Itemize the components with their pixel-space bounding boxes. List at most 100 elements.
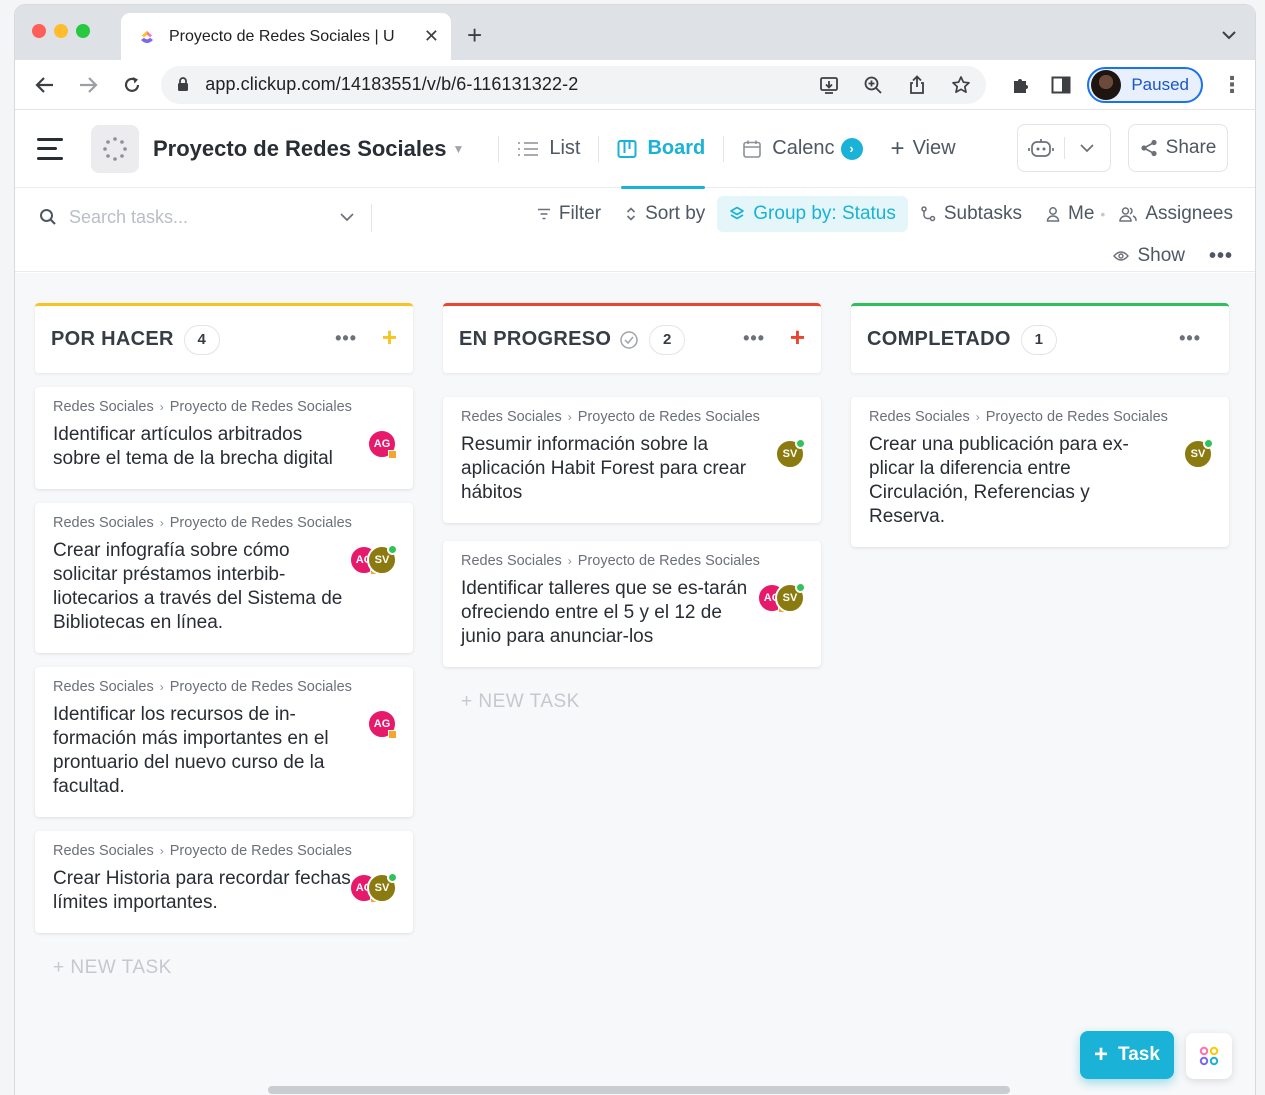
task-assignees[interactable]: AG SV (349, 872, 398, 903)
breadcrumb-list[interactable]: Proyecto de Redes Sociales (578, 553, 760, 569)
title-caret-icon[interactable]: ▼ (452, 142, 464, 156)
avatar[interactable]: SV (775, 438, 806, 469)
sidebar-toggle-icon[interactable] (37, 137, 65, 160)
add-task-plus-icon[interactable]: + (382, 324, 397, 350)
task-title[interactable]: Crear una publicación para ex-plicar la … (869, 433, 1169, 529)
project-title[interactable]: Proyecto de Redes Sociales (153, 136, 446, 162)
forward-button[interactable] (70, 67, 105, 103)
tab-strip: Proyecto de Redes Sociales | U ✕ + (15, 5, 1255, 60)
task-card[interactable]: Redes Sociales › Proyecto de Redes Socia… (35, 503, 413, 653)
space-loading-icon[interactable] (91, 124, 139, 173)
avatar[interactable]: AG (367, 429, 397, 459)
task-assignees[interactable]: AG SV (349, 544, 398, 575)
avatar[interactable]: AG (367, 709, 397, 739)
plus-icon: + (890, 134, 905, 162)
breadcrumb-list[interactable]: Proyecto de Redes Sociales (170, 399, 352, 415)
avatar[interactable]: SV (367, 872, 398, 903)
assignees-button[interactable]: Assignees (1107, 196, 1233, 232)
task-assignees[interactable]: AG (367, 429, 397, 459)
breadcrumb-list[interactable]: Proyecto de Redes Sociales (986, 409, 1168, 425)
task-title[interactable]: Identificar artículos arbitrados sobre e… (53, 423, 353, 471)
close-window-button[interactable] (32, 24, 46, 38)
task-title[interactable]: Crear infografía sobre cómo solicitar pr… (53, 539, 353, 635)
share-button[interactable]: Share (1128, 124, 1228, 172)
show-button[interactable]: Show (1103, 238, 1195, 274)
breadcrumb-space[interactable]: Redes Sociales (461, 553, 562, 569)
breadcrumb-space[interactable]: Redes Sociales (53, 843, 154, 859)
column-count-badge: 2 (649, 324, 686, 355)
side-panel-icon[interactable] (1048, 72, 1074, 98)
breadcrumb-space[interactable]: Redes Sociales (53, 515, 154, 531)
breadcrumb-list[interactable]: Proyecto de Redes Sociales (170, 679, 352, 695)
apps-grid-button[interactable] (1186, 1033, 1232, 1079)
new-task-fab-button[interactable]: + Task (1080, 1031, 1174, 1079)
horizontal-scrollbar[interactable] (268, 1086, 1010, 1094)
share-page-icon[interactable] (906, 74, 928, 96)
install-app-icon[interactable] (818, 74, 840, 96)
zoom-icon[interactable] (862, 74, 884, 96)
column-more-icon[interactable]: ••• (1179, 328, 1201, 349)
address-bar[interactable]: app.clickup.com/14183551/v/b/6-116131322… (161, 65, 987, 104)
task-card[interactable]: Redes Sociales › Proyecto de Redes Socia… (443, 397, 821, 523)
task-assignees[interactable]: AG SV (757, 582, 806, 613)
avatar[interactable]: SV (367, 544, 398, 575)
avatar[interactable]: SV (775, 582, 806, 613)
browser-tab[interactable]: Proyecto de Redes Sociales | U ✕ (121, 13, 451, 60)
column-more-icon[interactable]: ••• (335, 328, 357, 349)
subtasks-button[interactable]: Subtasks (908, 196, 1034, 232)
minimize-window-button[interactable] (54, 24, 68, 38)
breadcrumb-space[interactable]: Redes Sociales (869, 409, 970, 425)
breadcrumb-list[interactable]: Proyecto de Redes Sociales (170, 843, 352, 859)
maximize-window-button[interactable] (76, 24, 90, 38)
sort-by-button[interactable]: Sort by (613, 196, 717, 232)
task-title[interactable]: Identificar talleres que se es-tarán ofr… (461, 577, 761, 649)
add-task-plus-icon[interactable]: + (790, 324, 805, 350)
profile-paused-label: Paused (1131, 74, 1190, 94)
me-filter-button[interactable]: Me (1034, 196, 1098, 232)
task-title[interactable]: Resumir información sobre la aplicación … (461, 433, 761, 505)
task-assignees[interactable]: SV (1183, 438, 1214, 469)
filter-button[interactable]: Filter (525, 196, 613, 232)
avatar[interactable]: SV (1183, 438, 1214, 469)
breadcrumb-space[interactable]: Redes Sociales (461, 409, 562, 425)
search-input[interactable] (69, 206, 339, 228)
breadcrumb-space[interactable]: Redes Sociales (53, 679, 154, 695)
profile-paused-button[interactable]: Paused (1087, 66, 1204, 103)
more-options-icon[interactable]: ••• (1195, 245, 1233, 268)
bookmark-star-icon[interactable] (950, 74, 972, 96)
task-assignees[interactable]: SV (775, 438, 806, 469)
breadcrumb-space[interactable]: Redes Sociales (53, 399, 154, 415)
tab-close-icon[interactable]: ✕ (424, 26, 439, 47)
search-chevron-down-icon[interactable] (339, 212, 355, 222)
column-more-icon[interactable]: ••• (743, 328, 765, 349)
task-card[interactable]: Redes Sociales › Proyecto de Redes Socia… (35, 667, 413, 817)
task-assignees[interactable]: AG (367, 709, 397, 739)
reload-button[interactable] (114, 67, 149, 103)
tab-board-view[interactable]: Board (603, 110, 719, 189)
new-task-button[interactable]: + NEW TASK (461, 691, 821, 713)
tab-list-view[interactable]: List (503, 110, 594, 188)
task-title[interactable]: Crear Historia para recordar fechas lími… (53, 867, 353, 915)
extensions-puzzle-icon[interactable] (1008, 72, 1034, 98)
breadcrumb-list[interactable]: Proyecto de Redes Sociales (578, 409, 760, 425)
new-task-button[interactable]: + NEW TASK (53, 957, 413, 979)
breadcrumb-list[interactable]: Proyecto de Redes Sociales (170, 515, 352, 531)
robot-icon[interactable] (1018, 137, 1064, 159)
task-card[interactable]: Redes Sociales › Proyecto de Redes Socia… (851, 397, 1229, 547)
new-task-fab-label: Task (1118, 1044, 1160, 1065)
task-card[interactable]: Redes Sociales › Proyecto de Redes Socia… (35, 387, 413, 489)
add-view-button[interactable]: + View (891, 135, 956, 163)
new-tab-button[interactable]: + (467, 20, 482, 51)
filter-icon (537, 208, 551, 220)
task-card[interactable]: Redes Sociales › Proyecto de Redes Socia… (35, 831, 413, 933)
task-card[interactable]: Redes Sociales › Proyecto de Redes Socia… (443, 541, 821, 667)
automations-button[interactable] (1017, 124, 1111, 172)
tab-calendar-view[interactable]: Calenc › (728, 110, 876, 188)
group-by-status-button[interactable]: Group by: Status (717, 196, 908, 232)
back-button[interactable] (27, 67, 62, 103)
more-views-chevron-icon[interactable]: › (840, 137, 863, 160)
browser-menu-icon[interactable]: ⋮ (1221, 72, 1243, 98)
automations-chevron-down-icon[interactable] (1065, 143, 1111, 153)
tab-search-chevron-icon[interactable] (1221, 27, 1237, 45)
task-title[interactable]: Identificar los recursos de in-formación… (53, 703, 353, 799)
